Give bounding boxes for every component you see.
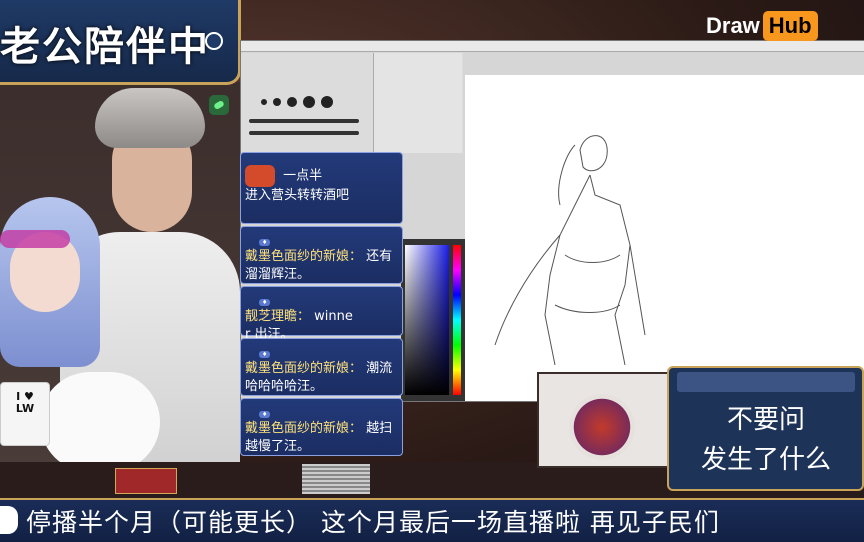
- tarot-card: [115, 468, 177, 494]
- figure-artwork: [569, 394, 635, 460]
- ticker-bar: 停播半个月（可能更长） 这个月最后一场直播啦 再见子民们: [0, 498, 864, 542]
- brush-size-option[interactable]: [273, 98, 281, 106]
- banner-dot-icon: [205, 32, 223, 50]
- chat-header: 戴墨色面纱的新娘： 越扫: [245, 420, 398, 438]
- notice-header-strip: [677, 372, 855, 392]
- chat-text-head: winne: [314, 309, 353, 324]
- user-avatar: [245, 165, 275, 187]
- leaf-icon: [209, 95, 229, 115]
- banner-title: 老公陪伴中: [0, 24, 210, 70]
- chat-text-head: 潮流: [366, 361, 393, 376]
- drawing-canvas[interactable]: [465, 75, 864, 401]
- chat-message: ♦ 戴墨色面纱的新娘： 还有 溜溜辉汪。: [240, 226, 403, 284]
- chat-message: ♦ 戴墨色面纱的新娘： 越扫 越慢了汪。: [240, 398, 403, 456]
- chat-username: 戴墨色面纱的新娘：: [245, 361, 363, 376]
- sketch-head: [579, 135, 608, 172]
- chat-text: 越慢了汪。: [245, 439, 311, 454]
- notice-line-1: 不要问: [726, 405, 805, 435]
- hue-slider[interactable]: [453, 245, 461, 395]
- character-art: I ♥ LW: [0, 82, 240, 472]
- sketch-drawing: [494, 135, 646, 366]
- fan-badge-icon: ♦: [259, 351, 271, 358]
- sketch-body-left: [544, 174, 591, 366]
- brush-stroke-preview[interactable]: [249, 119, 359, 123]
- sunglasses: [0, 230, 70, 248]
- software-toolbar[interactable]: [241, 41, 864, 52]
- sketch-waist: [554, 304, 621, 313]
- chat-message: ♦ 靓芝理瞻： winne r 出汪。: [240, 286, 403, 342]
- mug-line-2: LW: [15, 402, 35, 415]
- chat-message: ♦ 戴墨色面纱的新娘： 潮流 哈哈哈哈汪。: [240, 338, 403, 396]
- sketch-right-arm: [629, 244, 646, 336]
- ticker-text: 停播半个月（可能更长） 这个月最后一场直播啦 再见子民们: [26, 508, 720, 537]
- brush-size-option[interactable]: [287, 97, 297, 107]
- fan-badge-icon: ♦: [259, 299, 271, 306]
- chat-username: 靓芝理瞻：: [245, 309, 311, 324]
- logo-hub-text: Hub: [762, 11, 818, 41]
- chat-header: 靓芝理瞻： winne: [245, 308, 398, 326]
- fan-badge-icon: ♦: [259, 239, 271, 246]
- drawhub-logo: Draw Hub: [706, 10, 818, 42]
- sketch-chest: [564, 254, 621, 263]
- chat-username: 戴墨色面纱的新娘：: [245, 249, 363, 264]
- brush-size-option[interactable]: [261, 99, 267, 105]
- mug: I ♥ LW: [0, 382, 50, 446]
- brush-size-option[interactable]: [303, 96, 315, 108]
- chat-username: 戴墨色面纱的新娘：: [245, 421, 363, 436]
- chat-text: 进入营头转转酒吧: [245, 188, 350, 203]
- white-sleeve: [40, 372, 160, 472]
- chat-header: 戴墨色面纱的新娘： 潮流: [245, 360, 398, 378]
- sketch-left-arm: [494, 234, 561, 346]
- card-stack: [302, 464, 370, 494]
- chat-text-head: 越扫: [366, 421, 393, 436]
- color-saturation-square[interactable]: [405, 245, 449, 395]
- mug-label: I ♥ LW: [7, 391, 43, 415]
- fan-badge-icon: ♦: [259, 411, 271, 418]
- chat-text-head: 还有: [366, 249, 393, 264]
- color-picker-panel[interactable]: [401, 239, 465, 401]
- sketch-hair-line: [558, 144, 576, 206]
- notice-line-2: 发生了什么: [700, 445, 831, 475]
- brush-stroke-preview[interactable]: [249, 131, 359, 135]
- chat-header: 戴墨色面纱的新娘： 还有: [245, 248, 398, 266]
- chat-text: 哈哈哈哈汪。: [245, 379, 324, 394]
- title-banner: 老公陪伴中: [0, 0, 241, 85]
- logo-draw-text: Draw: [706, 13, 760, 38]
- chat-text: 溜溜辉汪。: [245, 267, 311, 282]
- brush-size-option[interactable]: [321, 96, 333, 108]
- chat-username: 一点半: [283, 168, 323, 184]
- ticker-tail-icon: [0, 506, 18, 534]
- notice-text: 不要问 发生了什么: [673, 400, 859, 480]
- chat-message: 一点半 进入营头转转酒吧: [240, 152, 403, 224]
- male-character-hair: [95, 88, 205, 148]
- layer-panel[interactable]: [373, 53, 462, 153]
- camera-thumbnail: [537, 372, 671, 468]
- notice-panel: 不要问 发生了什么: [667, 366, 864, 491]
- sketch-body-right: [589, 174, 631, 366]
- chat-panel: 一点半 进入营头转转酒吧 ♦ 戴墨色面纱的新娘： 还有 溜溜辉汪。 ♦ 靓芝理瞻…: [240, 152, 403, 462]
- chat-header: 一点半: [245, 165, 398, 187]
